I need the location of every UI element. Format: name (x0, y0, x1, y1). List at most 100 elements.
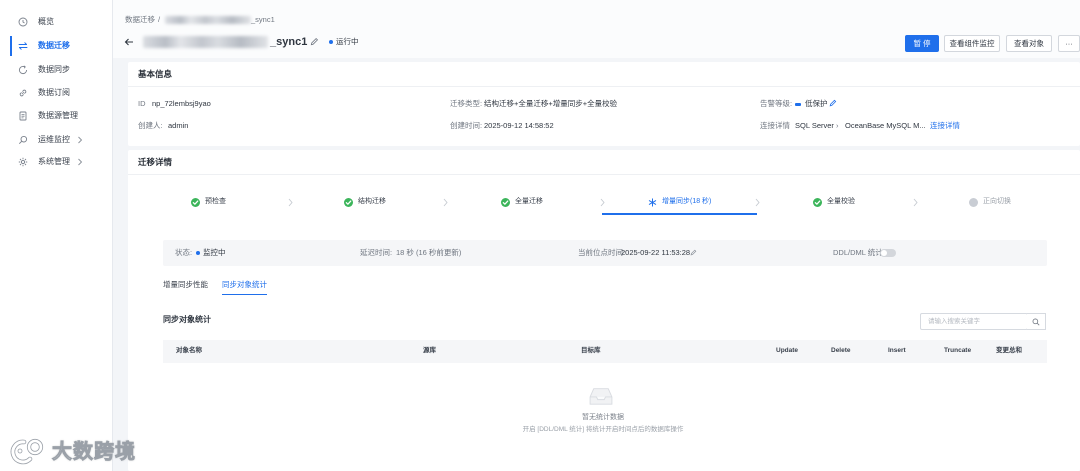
edit-alert-level-icon[interactable] (829, 99, 837, 107)
search-button[interactable] (1027, 313, 1046, 330)
tab-object-stats[interactable]: 同步对象统计 (222, 280, 267, 295)
chevron-right-icon (913, 198, 918, 207)
step-label: 结构迁移 (358, 198, 386, 205)
connection-arrow: › (836, 121, 839, 130)
redacted-task-title (143, 36, 268, 48)
connection-details-link[interactable]: 连接详情 (930, 121, 960, 131)
step-status-icon (648, 198, 657, 207)
chevron-right-icon (755, 198, 760, 207)
created-time-label: 创建时间: (450, 121, 483, 130)
step-label: 增量同步(18 秒) (662, 198, 712, 205)
alert-level-icon (795, 103, 801, 106)
created-time-value: 2025-09-12 14:58:52 (484, 121, 554, 130)
ddl-dml-toggle[interactable] (880, 249, 896, 257)
step-label: 全量校验 (827, 198, 855, 205)
connection-label: 连接详情 (760, 121, 790, 130)
sidebar-item-data-sync[interactable]: 数据同步 (0, 61, 112, 79)
column-header: Insert (888, 347, 906, 354)
active-step-underline (602, 213, 757, 215)
sidebar-item-label: 数据源管理 (38, 111, 78, 120)
sidebar-item-label: 系统管理 (38, 157, 70, 166)
migration-detail-card: 迁移详情 预检查 结构迁移 全量迁移 增量同步(18 秒) 全量校验 正向切换 … (128, 150, 1080, 471)
step-status-icon (191, 198, 200, 207)
empty-description: 开启 [DDL/DML 统计] 将统计开启时间点后的数据库操作 (522, 426, 684, 433)
edit-checkpoint-icon[interactable] (690, 249, 697, 256)
subscribe-icon (18, 88, 28, 98)
watermark-text: 大数跨境 (52, 441, 136, 464)
step-status-icon (344, 198, 353, 207)
step-label: 预检查 (205, 198, 226, 205)
column-header: 目标库 (581, 347, 601, 354)
chevron-right-icon (77, 136, 83, 144)
breadcrumb-separator: / (158, 15, 161, 24)
delay-label: 延迟时间: (360, 248, 393, 257)
sync-status-bar: 状态: 监控中 延迟时间: 18 秒 (16 秒前更新) 当前位点时间: 202… (163, 240, 1047, 266)
migration-icon (18, 41, 28, 51)
table-header: 对象名称 源库 目标库 Update Delete Insert Truncat… (163, 340, 1047, 363)
status-label: 状态: (175, 248, 193, 257)
search-icon (1032, 318, 1040, 326)
delay-value: 18 秒 (16 秒前更新) (396, 248, 462, 257)
migration-steps: 预检查 结构迁移 全量迁移 增量同步(18 秒) 全量校验 正向切换 (128, 188, 1080, 218)
chevron-right-icon (288, 198, 293, 207)
watermark-logo (8, 437, 50, 465)
sidebar-item-system-settings[interactable]: 系统管理 (0, 153, 112, 171)
chevron-right-icon (77, 158, 83, 166)
system-settings-icon (18, 157, 28, 167)
column-header: 变更总和 (996, 347, 1022, 354)
column-header: Delete (831, 347, 851, 354)
empty-title: 暂无统计数据 (582, 414, 624, 421)
sidebar-item-label: 数据订阅 (38, 88, 70, 97)
redacted-task-name (165, 16, 251, 24)
id-value: np_72lembsj9yao (152, 99, 211, 108)
view-component-monitor-button[interactable]: 查看组件监控 (944, 35, 1000, 52)
edit-title-icon[interactable] (310, 37, 319, 46)
checkpoint-value: 2025-09-22 11:53:28 (621, 248, 691, 257)
creator-label: 创建人: (138, 121, 163, 130)
sidebar: 概览 数据迁移 数据同步 数据订阅 数据源管理 运维监控 系统管理 (0, 0, 113, 471)
column-header: 对象名称 (176, 347, 202, 354)
sidebar-item-label: 概览 (38, 17, 54, 26)
migration-type-value: 结构迁移+全量迁移+增量同步+全量校验 (484, 99, 618, 108)
breadcrumb-root[interactable]: 数据迁移 (125, 15, 155, 25)
checkpoint-label: 当前位点时间: (578, 248, 626, 257)
ops-monitor-icon (18, 135, 28, 145)
step-status-icon (501, 198, 510, 207)
connection-source: SQL Server (795, 121, 834, 130)
id-label: ID (138, 99, 146, 108)
search-field (920, 313, 1028, 330)
search-input[interactable] (921, 314, 1027, 329)
divider (128, 174, 1080, 175)
sidebar-item-label: 运维监控 (38, 135, 70, 144)
empty-state: 暂无统计数据 开启 [DDL/DML 统计] 将统计开启时间点后的数据库操作 (128, 376, 1080, 446)
basic-info-card: 基本信息 ID np_72lembsj9yao 迁移类型: 结构迁移+全量迁移+… (128, 62, 1080, 146)
page-title: _sync1 (270, 36, 308, 48)
connection-target: OceanBase MySQL M... (845, 121, 926, 130)
sidebar-item-datasource[interactable]: 数据源管理 (0, 107, 112, 125)
step-status-icon (813, 198, 822, 207)
step-status-icon (969, 198, 978, 207)
column-header: Truncate (944, 347, 972, 354)
step-label: 正向切换 (983, 198, 1011, 205)
sidebar-item-overview[interactable]: 概览 (0, 13, 112, 31)
status-dot (196, 251, 200, 255)
back-arrow-icon[interactable] (124, 37, 134, 47)
ddl-dml-stats-label: DDL/DML 统计: (833, 248, 885, 257)
sidebar-item-data-migration[interactable]: 数据迁移 (0, 36, 112, 56)
section-title: 基本信息 (138, 69, 173, 79)
step-label: 全量迁移 (515, 198, 543, 205)
status-value: 监控中 (203, 248, 226, 257)
section-title: 迁移详情 (138, 157, 173, 167)
more-actions-button[interactable]: ··· (1058, 35, 1080, 52)
sidebar-item-ops-monitor[interactable]: 运维监控 (0, 131, 112, 149)
pause-button[interactable]: 暂 停 (905, 35, 939, 52)
alert-level-label: 告警等级: (760, 99, 793, 108)
sync-icon (18, 65, 28, 75)
status-badge: 运行中 (336, 37, 359, 46)
tab-incremental-performance[interactable]: 增量同步性能 (163, 280, 208, 294)
app-window: 概览 数据迁移 数据同步 数据订阅 数据源管理 运维监控 系统管理 数据迁移 /… (0, 0, 1080, 471)
empty-inbox-icon (587, 386, 615, 406)
column-header: 源库 (423, 347, 436, 354)
view-objects-button[interactable]: 查看对象 (1006, 35, 1052, 52)
sidebar-item-data-subscription[interactable]: 数据订阅 (0, 84, 112, 102)
